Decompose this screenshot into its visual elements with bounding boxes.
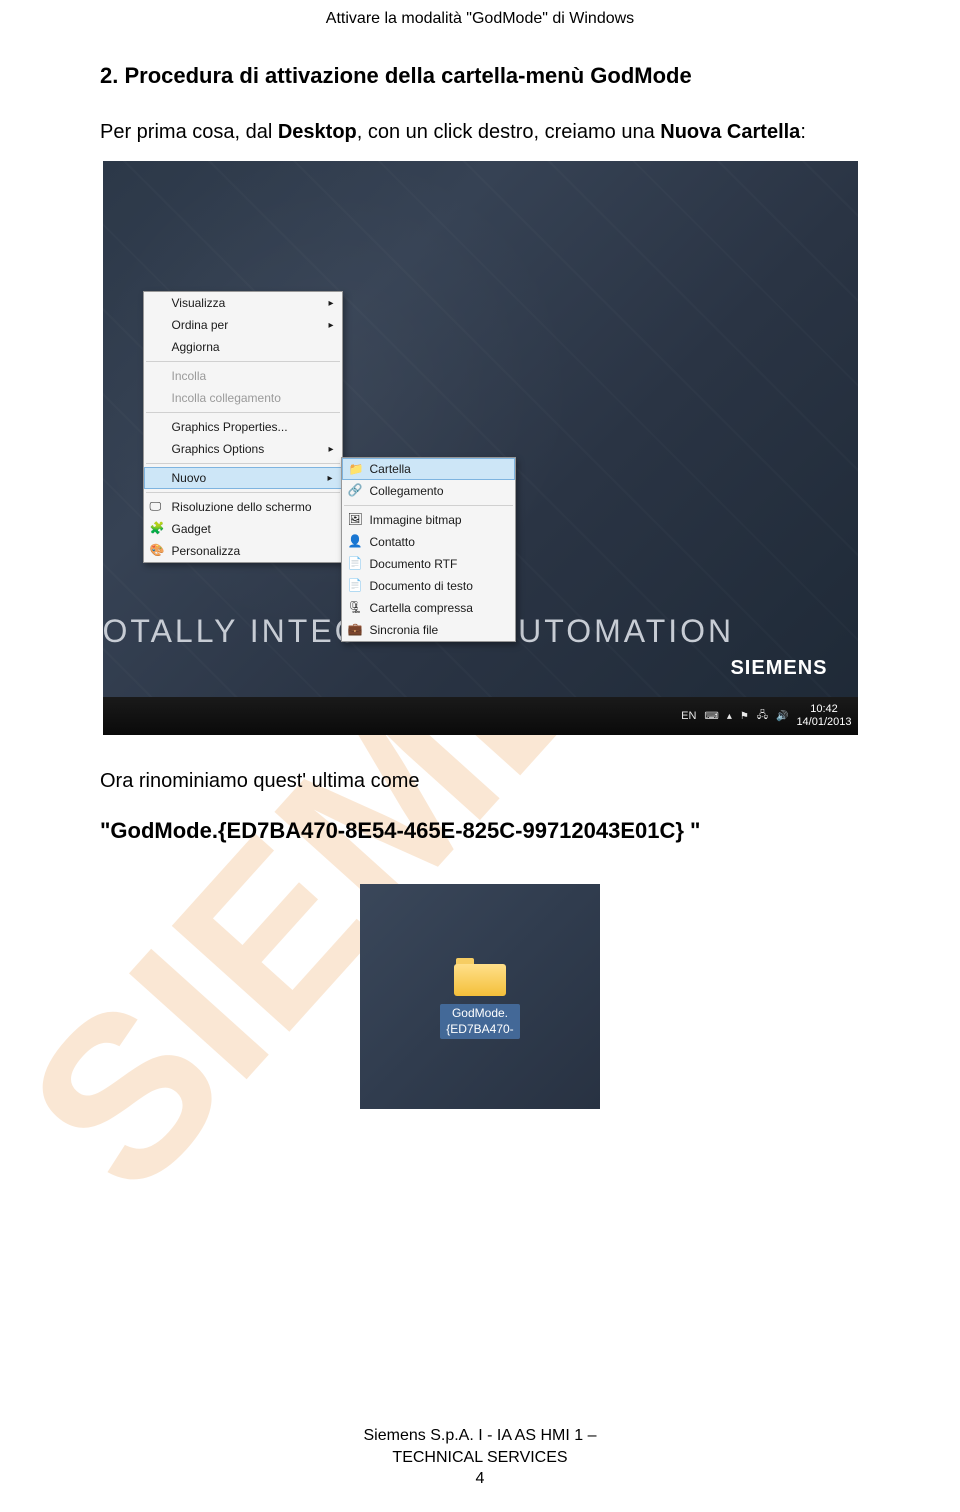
sub-testo[interactable]: 📄 Documento di testo	[342, 575, 515, 597]
ctx-aggiorna[interactable]: Aggiorna	[144, 336, 342, 358]
contact-icon: 👤	[348, 534, 364, 550]
ctx-item-label: Incolla collegamento	[172, 391, 281, 405]
sub-item-label: Documento RTF	[370, 557, 458, 571]
sub-sincronia[interactable]: 💼 Sincronia file	[342, 619, 515, 641]
chevron-right-icon: ▸	[328, 320, 333, 331]
personalize-icon	[150, 543, 166, 559]
nuovo-submenu[interactable]: 📁 Cartella 🔗 Collegamento 🖼 Immagine bit…	[341, 457, 516, 642]
text-doc-icon: 📄	[348, 578, 364, 594]
flag-icon[interactable]: ⚑	[740, 711, 749, 722]
ctx-item-label: Visualizza	[172, 296, 226, 310]
ctx-gadget[interactable]: Gadget	[144, 518, 342, 540]
folder-icon: 📁	[349, 462, 365, 478]
bitmap-icon: 🖼	[348, 512, 364, 528]
rtf-icon: 📄	[348, 556, 364, 572]
ctx-graphics-options[interactable]: Graphics Options ▸	[144, 438, 342, 460]
sub-item-label: Contatto	[370, 535, 415, 549]
zip-icon: 🗜	[348, 600, 364, 616]
shortcut-icon: 🔗	[348, 483, 364, 499]
ctx-risoluzione[interactable]: Risoluzione dello schermo	[144, 496, 342, 518]
sub-collegamento[interactable]: 🔗 Collegamento	[342, 480, 515, 502]
sub-item-label: Documento di testo	[370, 579, 473, 593]
ctx-incolla-collegamento: Incolla collegamento	[144, 387, 342, 409]
chevron-right-icon: ▸	[328, 298, 333, 309]
ctx-item-label: Nuovo	[172, 471, 207, 485]
ctx-item-label: Risoluzione dello schermo	[172, 500, 312, 514]
monitor-icon	[150, 499, 166, 515]
ctx-separator	[146, 412, 340, 413]
screenshot-desktop-contextmenu: OTALLY INTEGRATED AUTOMATION SIEMENS Vis…	[103, 161, 858, 735]
tray-chevron-up-icon[interactable]: ▴	[727, 711, 732, 722]
windows-taskbar[interactable]: EN ⌨ ▴ ⚑ 🖧 🔊 10:42 14/01/2013	[103, 697, 858, 735]
taskbar-clock[interactable]: 10:42 14/01/2013	[796, 703, 851, 728]
ctx-nuovo[interactable]: Nuovo ▸	[144, 467, 342, 489]
chevron-right-icon: ▸	[328, 444, 333, 455]
folder-label-editing[interactable]: GodMode. {ED7BA470-	[440, 1004, 519, 1039]
ctx-item-label: Ordina per	[172, 318, 229, 332]
system-tray[interactable]: EN ⌨ ▴ ⚑ 🖧 🔊 10:42 14/01/2013	[681, 703, 857, 728]
ctx-ordina-per[interactable]: Ordina per ▸	[144, 314, 342, 336]
paragraph-1: Per prima cosa, dal Desktop, con un clic…	[100, 119, 860, 146]
clock-time: 10:42	[796, 703, 851, 716]
ctx-graphics-properties[interactable]: Graphics Properties...	[144, 416, 342, 438]
screenshot-folder-renamed: GodMode. {ED7BA470-	[360, 884, 600, 1109]
section-heading: 2. Procedura di attivazione della cartel…	[100, 63, 860, 89]
volume-icon[interactable]: 🔊	[776, 711, 788, 722]
page-footer: Siemens S.p.A. I - IA AS HMI 1 – TECHNIC…	[0, 1425, 960, 1490]
ctx-separator	[146, 361, 340, 362]
gadget-icon	[150, 521, 166, 537]
ctx-separator	[146, 492, 340, 493]
sub-item-label: Immagine bitmap	[370, 513, 462, 527]
ctx-item-label: Gadget	[172, 522, 211, 536]
sub-bitmap[interactable]: 🖼 Immagine bitmap	[342, 509, 515, 531]
page-running-header: Attivare la modalità "GodMode" di Window…	[100, 10, 860, 28]
desktop-context-menu[interactable]: Visualizza ▸ Ordina per ▸ Aggiorna Incol…	[143, 291, 343, 563]
ctx-separator	[146, 463, 340, 464]
ctx-item-label: Incolla	[172, 369, 207, 383]
keyboard-icon[interactable]: ⌨	[704, 711, 718, 722]
folder-icon	[454, 954, 506, 996]
godmode-string: "GodMode.{ED7BA470-8E54-465E-825C-997120…	[100, 818, 860, 844]
sub-separator	[344, 505, 513, 506]
paragraph-2: Ora rinominiamo quest' ultima come	[100, 770, 860, 793]
page-number: 4	[0, 1468, 960, 1490]
clock-date: 14/01/2013	[796, 716, 851, 729]
sub-contatto[interactable]: 👤 Contatto	[342, 531, 515, 553]
sub-item-label: Cartella compressa	[370, 601, 473, 615]
ctx-personalizza[interactable]: Personalizza	[144, 540, 342, 562]
tray-language[interactable]: EN	[681, 710, 696, 722]
siemens-logo: SIEMENS	[730, 657, 827, 680]
ctx-item-label: Personalizza	[172, 544, 241, 558]
sub-item-label: Sincronia file	[370, 623, 439, 637]
ctx-incolla: Incolla	[144, 365, 342, 387]
sub-item-label: Collegamento	[370, 484, 444, 498]
chevron-right-icon: ▸	[327, 473, 332, 484]
sub-item-label: Cartella	[370, 462, 411, 476]
briefcase-icon: 💼	[348, 622, 364, 638]
sub-rtf[interactable]: 📄 Documento RTF	[342, 553, 515, 575]
sub-compressa[interactable]: 🗜 Cartella compressa	[342, 597, 515, 619]
ctx-visualizza[interactable]: Visualizza ▸	[144, 292, 342, 314]
ctx-item-label: Graphics Properties...	[172, 420, 288, 434]
ctx-item-label: Graphics Options	[172, 442, 265, 456]
network-icon[interactable]: 🖧	[757, 708, 768, 725]
sub-cartella[interactable]: 📁 Cartella	[342, 458, 515, 480]
ctx-item-label: Aggiorna	[172, 340, 220, 354]
desktop-folder[interactable]: GodMode. {ED7BA470-	[440, 954, 519, 1039]
